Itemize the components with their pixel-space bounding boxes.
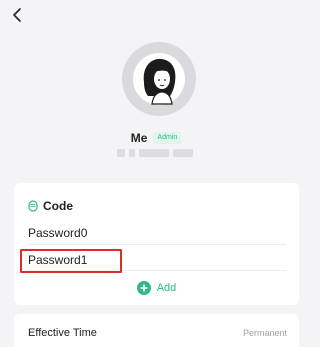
user-avatar-icon (133, 53, 185, 105)
chevron-left-icon (13, 8, 21, 22)
code-card: Code Password0 Password1 Add (14, 183, 299, 305)
role-badge: Admin (153, 132, 182, 144)
password-item[interactable]: Password0 (28, 221, 286, 245)
code-title: Code (43, 199, 73, 213)
plus-circle-icon (136, 281, 151, 295)
effective-time-label: Effective Time (28, 327, 97, 339)
password-label: Password0 (28, 226, 88, 240)
avatar (122, 42, 196, 116)
add-label: Add (156, 282, 177, 294)
effective-time-value: Permanent (242, 328, 287, 338)
code-header: Code (28, 199, 73, 213)
back-button[interactable] (10, 7, 26, 23)
profile-name: Me (130, 131, 148, 145)
user-detail-screen: Me Admin Code Password0 Password1 Add Ef… (0, 0, 312, 347)
effective-time-row[interactable]: Effective Time Permanent (14, 314, 299, 347)
profile-name-row: Me Admin (0, 131, 312, 145)
password-label: Password1 (28, 253, 88, 267)
add-code-button[interactable]: Add (14, 281, 299, 295)
code-status-icon (28, 200, 38, 212)
masked-account-info (117, 149, 197, 157)
